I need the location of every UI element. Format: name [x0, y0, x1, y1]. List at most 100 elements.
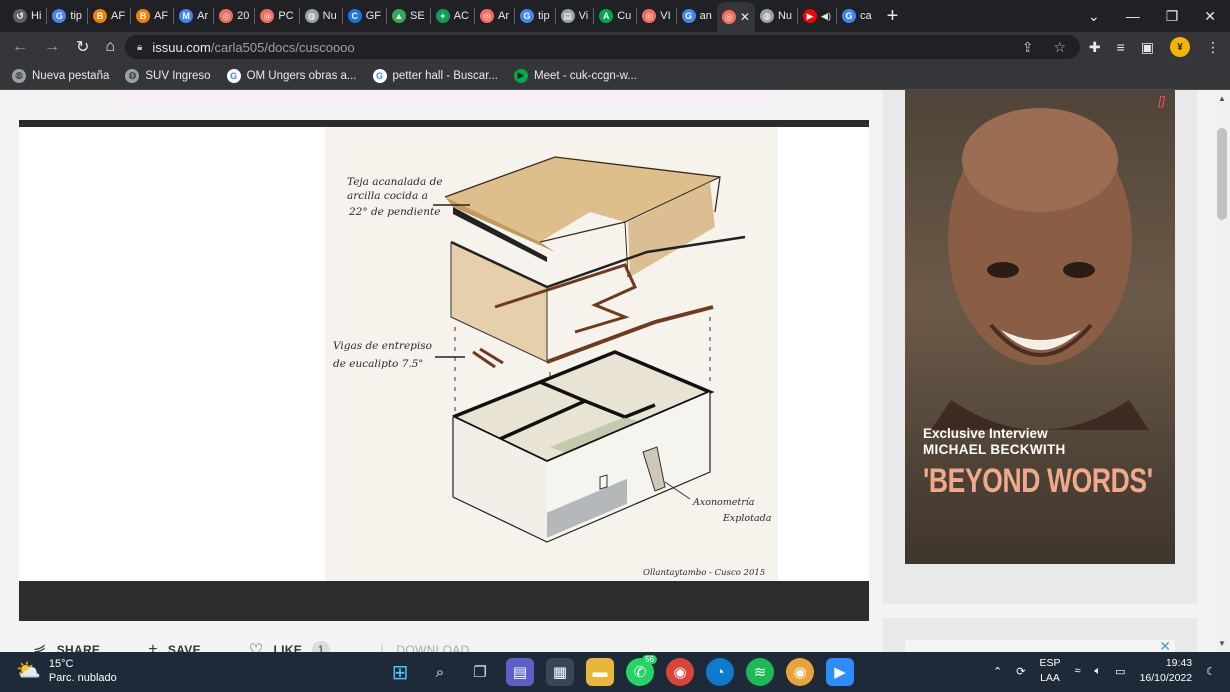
- zoom-icon[interactable]: ▶: [826, 658, 854, 686]
- weather-temp: 15°C: [48, 658, 74, 670]
- tab-strip: ↺ Hi Gtip B AF B AF M Ar ◎ 20 ◎ PC ◍ Nu C GF ▲ SE + AC ◎ Ar Gti…: [0, 0, 1230, 32]
- bookmark-star-icon[interactable]: ☆: [1053, 39, 1066, 56]
- tab-search-icon[interactable]: ⌄: [1088, 8, 1100, 25]
- task-view-icon[interactable]: ❐: [466, 658, 494, 686]
- share-button[interactable]: ⋞ SHARE: [33, 640, 100, 652]
- top-banner-strip: [116, 90, 772, 104]
- sidebar-second-ad: [905, 640, 1175, 652]
- whatsapp-icon[interactable]: ✆ 56: [626, 655, 657, 686]
- tab-8[interactable]: C GF: [343, 3, 386, 29]
- tab-label: AF: [111, 10, 126, 22]
- document-viewer[interactable]: Teja acanalada de arcilla cocida a 22° d…: [19, 127, 869, 581]
- reload-icon[interactable]: ↻: [76, 37, 89, 57]
- chrome-icon[interactable]: ◉: [666, 658, 694, 686]
- wifi-icon[interactable]: ≈: [1075, 665, 1081, 677]
- tab-0[interactable]: ↺ Hi: [8, 3, 46, 29]
- scroll-down-icon[interactable]: ▼: [1218, 639, 1226, 648]
- tab-label: VI: [660, 10, 671, 22]
- sidebar-ad-column: [] Exclusive Interview MICHAEL BECKWITH …: [883, 90, 1197, 604]
- tab-19[interactable]: ▶ ◀): [798, 3, 836, 29]
- tab-16[interactable]: Gan: [677, 3, 717, 29]
- bookmark-item[interactable]: ◍ Nueva pestaña: [12, 68, 109, 83]
- extensions-icon[interactable]: ✚: [1089, 39, 1101, 56]
- volume-icon[interactable]: 🔈︎: [1095, 665, 1102, 678]
- close-window-button[interactable]: ✕: [1204, 8, 1216, 25]
- tab-label: Ar: [497, 10, 509, 22]
- chrome-profile-icon[interactable]: ◉: [786, 658, 814, 686]
- notifications-icon[interactable]: ☾: [1206, 665, 1216, 678]
- tab-2[interactable]: B AF: [88, 3, 130, 29]
- tab-9[interactable]: ▲ SE: [387, 3, 430, 29]
- minimize-button[interactable]: —: [1126, 8, 1140, 24]
- side-panel-icon[interactable]: ▣: [1141, 39, 1154, 56]
- advertisement-banner[interactable]: [] Exclusive Interview MICHAEL BECKWITH …: [905, 90, 1175, 564]
- restore-button[interactable]: ❐: [1166, 8, 1179, 25]
- download-button[interactable]: ↓ DOWNLOAD: [378, 640, 469, 652]
- like-button[interactable]: ♡ LIKE 1: [249, 640, 331, 652]
- tab-label: Ar: [197, 10, 209, 22]
- address-bar[interactable]: 🔒︎ issuu.com/carla505/docs/cuscoooo ⇪ ☆: [125, 35, 1080, 59]
- page-scrollbar[interactable]: ▲ ▼: [1214, 90, 1230, 652]
- tab-7[interactable]: ◍ Nu: [300, 3, 342, 29]
- issuu-icon: ◎: [479, 9, 494, 23]
- tray-expand-icon[interactable]: ⌃: [993, 665, 1002, 678]
- tab-5[interactable]: ◎ 20: [214, 3, 254, 29]
- bookmark-item[interactable]: ◍ SUV Ingreso: [125, 68, 211, 83]
- menu-kebab-icon[interactable]: ⋮: [1206, 39, 1220, 56]
- tab-11[interactable]: ◎ Ar: [475, 3, 514, 29]
- tab-14[interactable]: A Cu: [594, 3, 636, 29]
- store-icon[interactable]: ▦: [546, 658, 574, 686]
- system-tray: ⌃ ⟳ ESP LAA ≈ 🔈︎ ▭ 19:43 16/10/2022 ☾: [993, 656, 1216, 686]
- search-icon[interactable]: ⌕: [426, 658, 454, 686]
- profile-avatar[interactable]: ¥: [1170, 37, 1190, 57]
- save-label: SAVE: [167, 643, 201, 652]
- teams-chat-icon[interactable]: ▤: [506, 658, 534, 686]
- tab-17[interactable]: ◎ ✕: [716, 2, 755, 32]
- tab-4[interactable]: M Ar: [174, 3, 213, 29]
- lock-icon[interactable]: 🔒︎: [137, 42, 142, 53]
- window-controls: ⌄ — ❐ ✕: [1088, 8, 1230, 25]
- lang-code: ESP: [1039, 657, 1061, 669]
- new-tab-button[interactable]: +: [887, 5, 899, 28]
- sketch-signature: Ollantaytambo - Cusco 2015: [643, 568, 765, 578]
- spotify-icon[interactable]: ≋: [746, 658, 774, 686]
- edge-icon[interactable]: ◔: [706, 658, 734, 686]
- bookmark-item[interactable]: G OM Ungers obras a...: [226, 68, 357, 83]
- close-tab-icon[interactable]: ✕: [740, 10, 750, 24]
- language-indicator[interactable]: ESP LAA: [1039, 656, 1060, 686]
- reading-list-icon[interactable]: ≡: [1117, 39, 1125, 55]
- ad-dismiss-icon[interactable]: ✕: [1159, 638, 1171, 652]
- bookmark-item[interactable]: ▶ Meet - cuk-ccgn-w...: [513, 68, 637, 83]
- battery-icon[interactable]: ▭: [1115, 665, 1125, 678]
- tab-3[interactable]: B AF: [131, 3, 173, 29]
- save-button[interactable]: + SAVE: [148, 640, 201, 652]
- tab-15[interactable]: ◎ VI: [637, 3, 675, 29]
- scrollbar-thumb[interactable]: [1217, 128, 1227, 220]
- home-icon[interactable]: ⌂: [105, 38, 115, 56]
- tab-20[interactable]: Gca: [837, 3, 877, 29]
- tab-1[interactable]: Gtip: [47, 3, 87, 29]
- share-page-icon[interactable]: ⇪: [1022, 39, 1034, 56]
- document-actions: ⋞ SHARE + SAVE ♡ LIKE 1 ↓ DOWNLOAD: [19, 621, 869, 652]
- back-icon[interactable]: ←: [12, 38, 28, 56]
- bookmark-item[interactable]: Gpetter hall - Buscar...: [372, 68, 498, 83]
- file-explorer-icon[interactable]: ▬: [586, 658, 614, 686]
- issuu-icon: ◎: [642, 9, 657, 23]
- tab-13[interactable]: ▤ Vi: [556, 3, 594, 29]
- weather-widget[interactable]: ⛅ 15°C Parc. nublado: [16, 657, 117, 685]
- start-windows-icon[interactable]: ⊞: [386, 658, 414, 686]
- tab-12[interactable]: Gtip: [515, 3, 555, 29]
- sync-icon[interactable]: ⟳: [1016, 665, 1025, 678]
- bookmark-label: Meet - cuk-ccgn-w...: [533, 69, 637, 82]
- google-icon: G: [681, 9, 696, 23]
- ad-close-icon[interactable]: []: [1158, 94, 1165, 108]
- scroll-up-icon[interactable]: ▲: [1218, 94, 1226, 103]
- audio-playing-icon[interactable]: ◀): [821, 11, 831, 22]
- forward-icon[interactable]: →: [44, 38, 60, 56]
- clock[interactable]: 19:43 16/10/2022: [1140, 656, 1193, 686]
- tab-18[interactable]: ◍ Nu: [755, 3, 797, 29]
- drive-icon: ▲: [392, 9, 407, 23]
- tab-6[interactable]: ◎ PC: [255, 3, 298, 29]
- tab-10[interactable]: + AC: [431, 3, 474, 29]
- note-roof-line3: 22° de pendiente: [348, 206, 440, 218]
